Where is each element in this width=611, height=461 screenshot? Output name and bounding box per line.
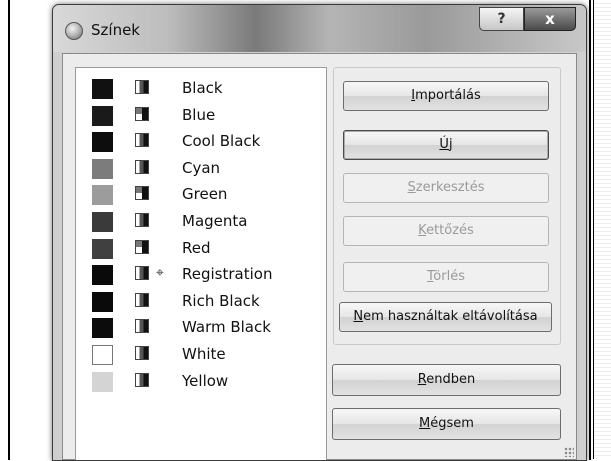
color-swatch [92,291,113,312]
swatch-label: Cyan [182,158,221,177]
actions-group: Importálás Új Szerkesztés Kettőzés Törlé… [333,67,561,345]
colors-dialog: Színek ? x Black Blue Cool Black Cyan Green M… [52,4,587,461]
dialog-body: Black Blue Cool Black Cyan Green Magenta Red ⌖ R… [62,53,577,460]
swatch-row[interactable]: Cool Black [76,129,326,155]
swatch-label: Black [182,79,223,97]
swatch-row[interactable]: Warm Black [76,315,326,341]
cmyk-mode-icon [135,372,149,387]
cmyk-mode-icon [135,80,149,94]
cmyk-mode-icon [135,133,149,148]
swatch-label: Warm Black [182,318,271,337]
swatch-label: Blue [182,105,216,124]
ok-label: endben [426,372,476,387]
new-accel: Ú [439,137,449,152]
cancel-accel: M [419,416,431,431]
swatch-row[interactable]: White [76,342,326,368]
delete-button[interactable]: Törlés [343,262,549,292]
swatch-list[interactable]: Black Blue Cool Black Cyan Green Magenta Red ⌖ R… [75,67,327,460]
rgb-mode-icon [135,186,149,201]
color-swatch [92,79,113,99]
remove-unused-button[interactable]: Nem használtak eltávolítása [339,302,552,332]
swatch-row[interactable]: Blue [76,103,326,129]
cmyk-mode-icon [135,292,149,307]
remove-unused-accel: N [353,309,364,324]
swatch-row[interactable]: Black [76,76,326,102]
swatch-label: Registration [182,265,273,284]
color-swatch [92,158,113,179]
app-icon [65,22,83,40]
cmyk-mode-icon [135,346,149,360]
swatch-row[interactable]: Red [76,236,326,262]
help-button[interactable]: ? [479,7,524,31]
swatch-row[interactable]: Rich Black [76,289,326,315]
color-swatch [92,265,113,286]
swatch-label: White [182,345,226,363]
color-swatch [92,132,113,153]
delete-label: örlés [433,269,465,284]
edit-label: zerkesztés [415,180,485,195]
duplicate-label: ettőzés [426,223,474,238]
dialog-title: Színek [91,21,140,39]
resize-grip[interactable] [564,447,574,457]
swatch-label: Green [182,185,228,204]
swatch-label: Magenta [182,212,248,230]
crosshair-icon: ⌖ [156,265,164,282]
color-swatch [92,105,113,126]
color-swatch [92,318,113,339]
color-swatch [92,212,113,232]
swatch-label: Cool Black [182,132,261,151]
swatch-row[interactable]: ⌖ Registration [76,262,326,288]
swatch-label: Rich Black [182,291,260,310]
rgb-mode-icon [135,239,149,254]
color-swatch [92,371,113,392]
ok-accel: R [417,372,427,387]
duplicate-button[interactable]: Kettőzés [343,216,549,246]
duplicate-accel: K [418,223,427,238]
cancel-button[interactable]: Mégsem [332,408,561,440]
import-button[interactable]: Importálás [343,81,549,111]
title-bar[interactable]: Színek ? x [53,5,586,52]
swatch-label: Yellow [182,371,229,390]
new-label: j [448,137,453,152]
cancel-label: égsem [430,416,474,431]
swatch-row[interactable]: Yellow [76,369,326,395]
edit-button[interactable]: Szerkesztés [343,173,549,203]
ok-button[interactable]: Rendben [332,364,561,396]
swatch-row[interactable]: Magenta [76,209,326,235]
cmyk-mode-icon [135,266,149,281]
cmyk-mode-icon [135,319,149,334]
new-button[interactable]: Új [343,130,549,160]
close-button[interactable]: x [524,7,576,31]
cmyk-mode-icon [135,159,149,174]
cmyk-mode-icon [135,213,149,227]
swatch-label: Red [182,238,211,257]
edit-accel: S [407,180,416,195]
scrollbar-gutter [593,0,611,459]
swatch-row[interactable]: Green [76,182,326,208]
color-swatch [92,345,113,365]
color-swatch [92,185,113,206]
import-label: mportálás [415,88,481,103]
swatch-row[interactable]: Cyan [76,156,326,182]
rgb-mode-icon [135,106,149,121]
color-swatch [92,238,113,259]
remove-unused-label: em használtak eltávolítása [363,309,538,324]
